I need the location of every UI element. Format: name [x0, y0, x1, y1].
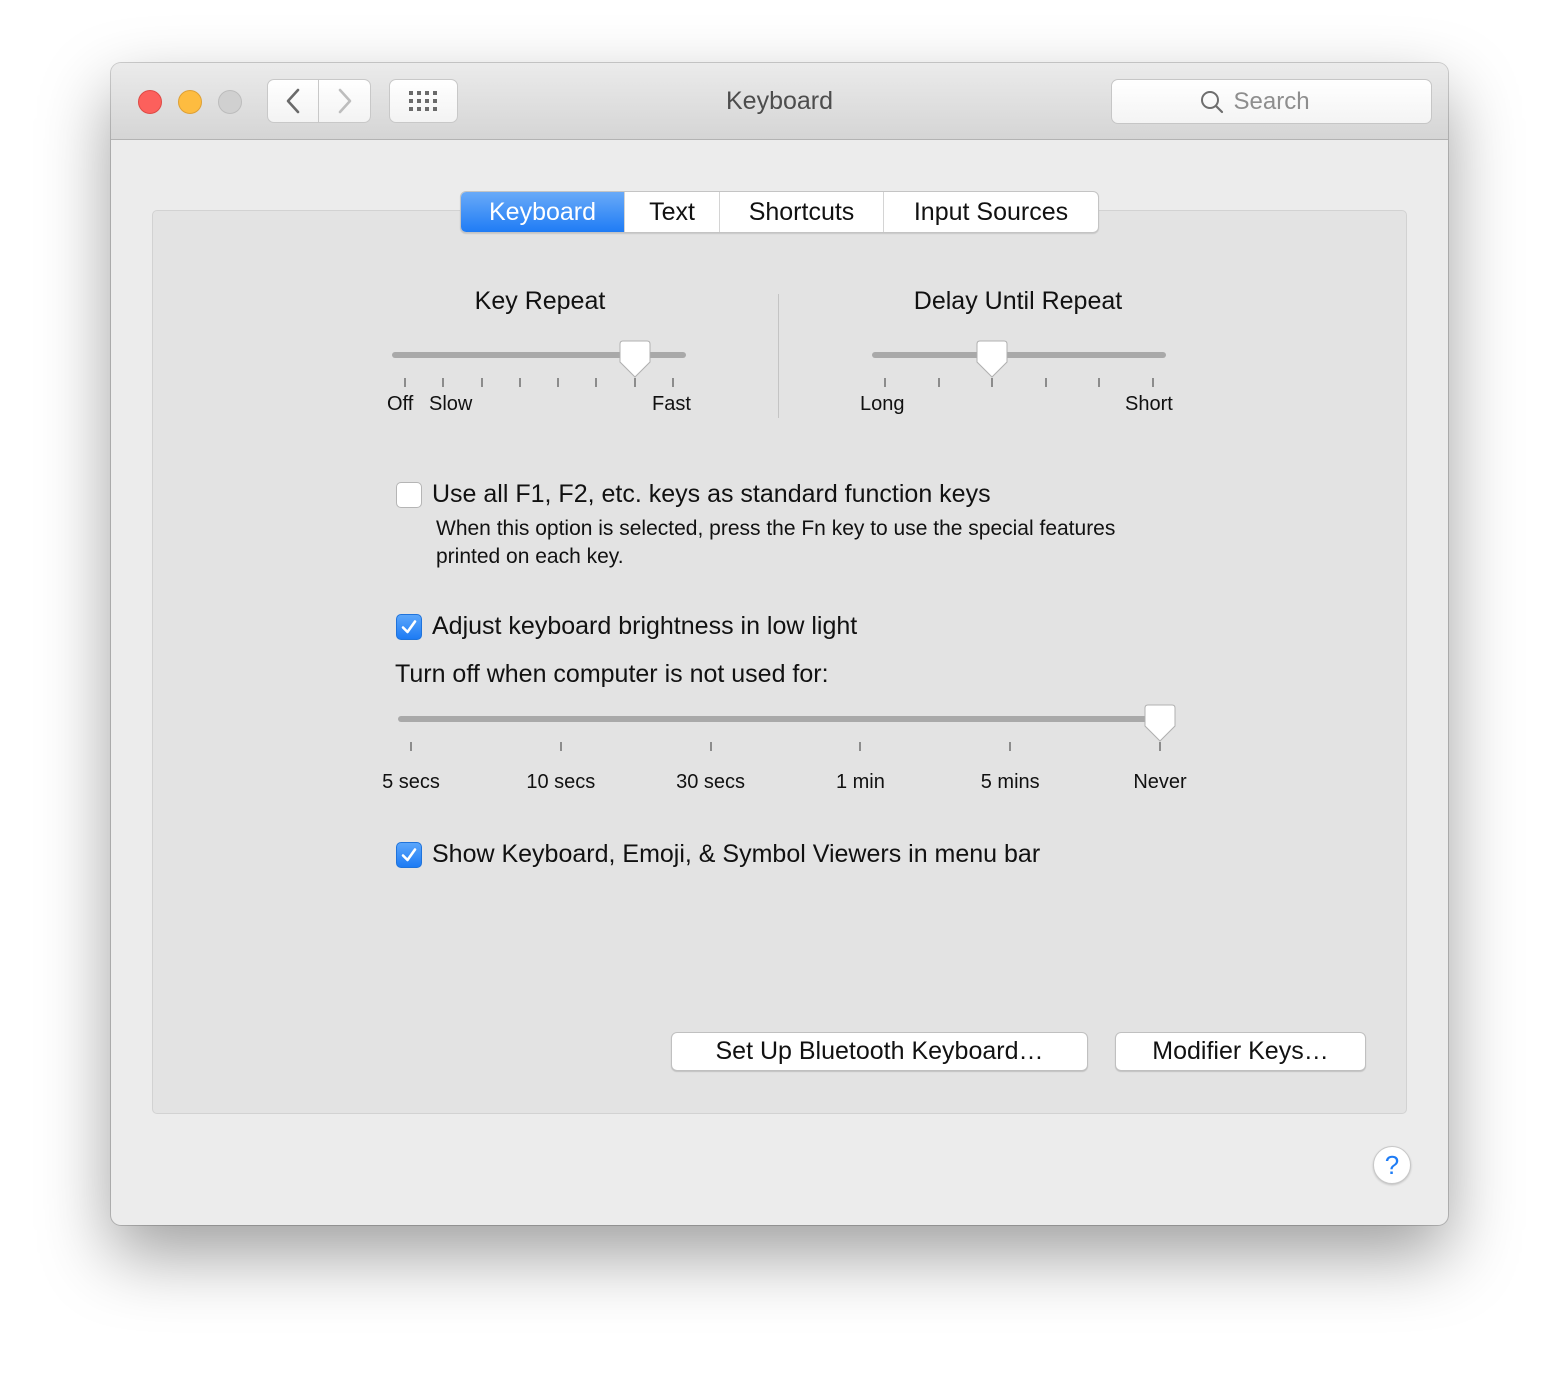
brightness-label: Adjust keyboard brightness in low light — [432, 612, 858, 640]
slider-tick — [709, 742, 712, 751]
delay-short-label: Short — [1125, 393, 1173, 415]
slider-thumb[interactable] — [976, 340, 1008, 378]
delay-long-label: Long — [860, 393, 905, 415]
turn-off-label-30-secs: 30 secs — [676, 771, 746, 793]
slider-tick — [991, 378, 994, 387]
slider-tick — [595, 378, 598, 387]
turn-off-label-5-secs: 5 secs — [382, 771, 440, 793]
slider-tick — [884, 378, 886, 387]
keyboard-preferences-window: Keyboard Keyboard Text Shortcuts Input S… — [111, 63, 1448, 1225]
tab-input-sources[interactable]: Input Sources — [884, 192, 1098, 232]
brightness-option[interactable]: Adjust keyboard brightness in low light — [396, 612, 857, 641]
tab-bar: Keyboard Text Shortcuts Input Sources — [460, 191, 1099, 233]
tab-shortcuts[interactable]: Shortcuts — [720, 192, 884, 232]
show-viewers-option[interactable]: Show Keyboard, Emoji, & Symbol Viewers i… — [396, 840, 1040, 869]
slider-tick — [633, 378, 636, 387]
key-repeat-title: Key Repeat — [474, 287, 606, 315]
slider-thumb[interactable] — [619, 340, 651, 378]
help-icon: ? — [1384, 1149, 1400, 1180]
slider-tick — [1098, 378, 1101, 387]
modifier-keys-button[interactable]: Modifier Keys… — [1115, 1032, 1366, 1071]
show-viewers-label: Show Keyboard, Emoji, & Symbol Viewers i… — [432, 840, 1041, 868]
slider-tick — [410, 742, 412, 751]
turn-off-label-never: Never — [1133, 771, 1187, 793]
slider-tick — [672, 378, 674, 387]
slider-tick — [1152, 378, 1154, 387]
function-keys-description: When this option is selected, press the … — [436, 517, 1116, 568]
slider-tick — [557, 378, 560, 387]
search-icon — [1200, 90, 1223, 113]
key-repeat-off-label: Off — [387, 393, 414, 415]
key-repeat-fast-label: Fast — [652, 393, 691, 415]
slider-tick — [559, 742, 562, 751]
section-divider — [778, 294, 779, 418]
function-keys-label: Use all F1, F2, etc. keys as standard fu… — [432, 480, 991, 508]
turn-off-label: Turn off when computer is not used for: — [395, 660, 829, 688]
slider-track — [398, 716, 1173, 722]
slider-tick — [480, 378, 483, 387]
slider-tick — [1009, 742, 1012, 751]
set-up-bluetooth-keyboard-button[interactable]: Set Up Bluetooth Keyboard… — [671, 1032, 1088, 1071]
slider-tick — [442, 378, 445, 387]
show-viewers-checkbox[interactable] — [396, 841, 422, 868]
search-input[interactable] — [1233, 87, 1344, 116]
slider-tick — [1044, 378, 1047, 387]
tab-text[interactable]: Text — [625, 192, 720, 232]
slider-tick — [404, 378, 406, 387]
search-field[interactable] — [1111, 79, 1432, 124]
brightness-checkbox[interactable] — [396, 613, 422, 640]
turn-off-label-1-min: 1 min — [835, 771, 885, 793]
delay-until-repeat-title: Delay Until Repeat — [913, 287, 1123, 315]
function-keys-checkbox[interactable] — [396, 481, 422, 508]
key-repeat-slow-label: Slow — [429, 393, 473, 415]
slider-tick — [859, 742, 862, 751]
slider-tick — [518, 378, 521, 387]
turn-off-label-10-secs: 10 secs — [526, 771, 596, 793]
slider-track — [872, 352, 1166, 358]
slider-tick — [1159, 742, 1161, 751]
checkmark-icon — [401, 619, 417, 633]
help-button[interactable]: ? — [1373, 1146, 1411, 1184]
checkmark-icon — [401, 847, 417, 861]
title-bar: Keyboard — [111, 63, 1448, 140]
slider-tick — [937, 378, 940, 387]
slider-thumb[interactable] — [1144, 704, 1176, 742]
turn-off-label-5-mins: 5 mins — [980, 771, 1040, 793]
tab-keyboard[interactable]: Keyboard — [461, 192, 625, 232]
function-keys-option[interactable]: Use all F1, F2, etc. keys as standard fu… — [396, 480, 991, 509]
